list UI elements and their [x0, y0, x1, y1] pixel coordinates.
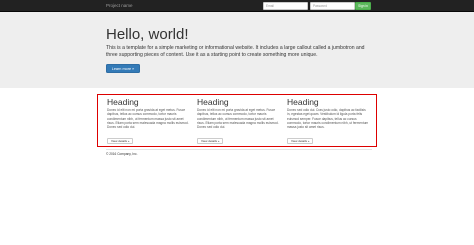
sign-in-button[interactable]: Sign in — [355, 2, 371, 10]
column-heading: Heading — [107, 97, 139, 107]
email-input[interactable] — [263, 2, 308, 10]
footer-copyright: © 2016 Company, Inc. — [106, 152, 138, 156]
view-details-button[interactable]: View details » — [197, 138, 224, 145]
footer-divider — [106, 149, 372, 150]
jumbotron-text: This is a template for a simple marketin… — [106, 45, 365, 58]
content-column-1: Heading Donec id elit non mi porta gravi… — [107, 97, 189, 147]
view-details-button[interactable]: View details » — [107, 138, 134, 145]
column-text: Donec sed odio dui. Cras justo odio, dap… — [287, 108, 369, 130]
column-heading: Heading — [287, 97, 319, 107]
navbar-brand[interactable]: Project name — [106, 2, 133, 10]
content-column-2: Heading Donec id elit non mi porta gravi… — [197, 97, 279, 147]
password-input[interactable] — [310, 2, 355, 10]
view-details-button[interactable]: View details » — [287, 138, 314, 145]
learn-more-button[interactable]: Learn more » — [106, 64, 140, 73]
jumbotron-title: Hello, world! — [106, 26, 189, 43]
content-column-3: Heading Donec sed odio dui. Cras justo o… — [287, 97, 369, 147]
column-text: Donec id elit non mi porta gravida at eg… — [197, 108, 279, 130]
column-text: Donec id elit non mi porta gravida at eg… — [107, 108, 189, 130]
column-heading: Heading — [197, 97, 229, 107]
top-navbar: Project name Sign in — [0, 0, 474, 12]
jumbotron: Hello, world! This is a template for a s… — [0, 12, 474, 88]
